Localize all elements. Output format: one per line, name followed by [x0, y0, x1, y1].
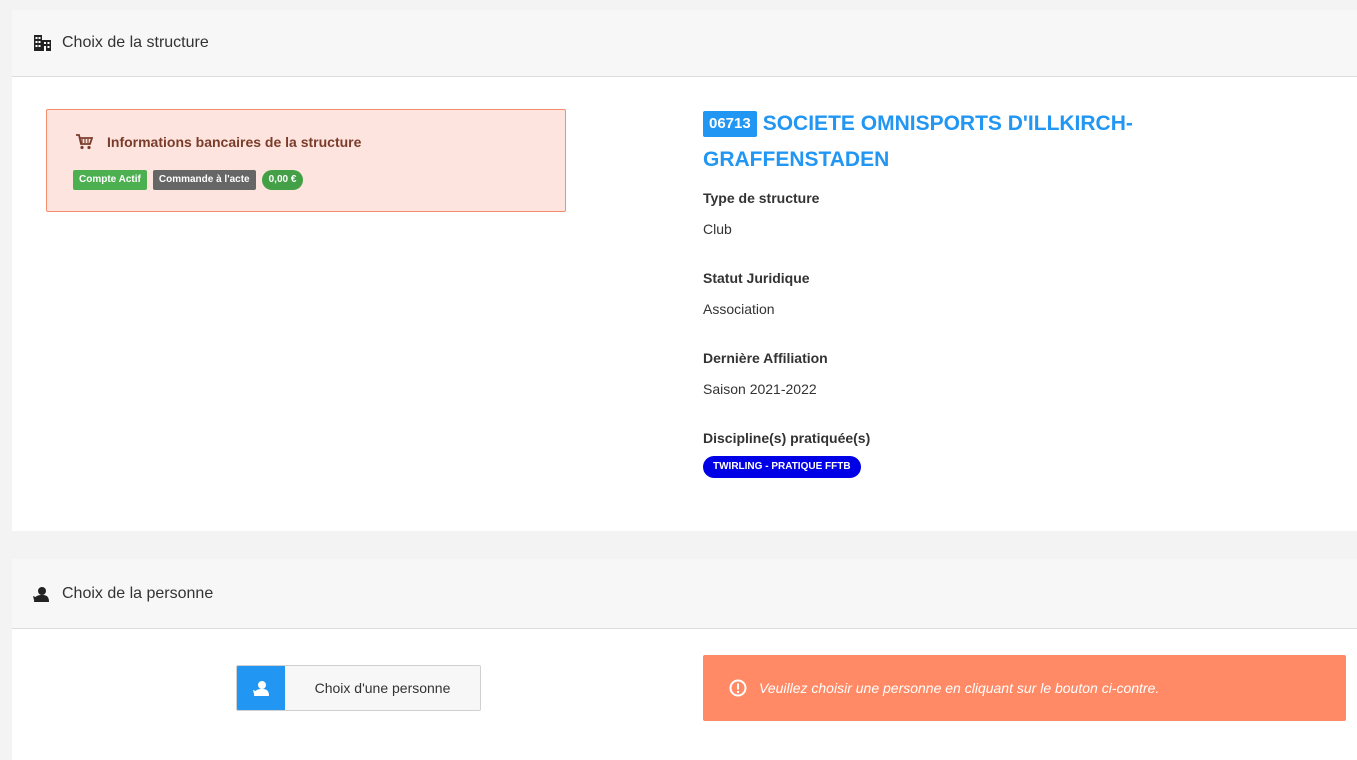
cart-icon — [75, 134, 93, 150]
structure-panel: Choix de la structure Informations banca… — [12, 10, 1357, 531]
structure-details: 06713 SOCIETE OMNISPORTS D'ILLKIRCH-GRAFF… — [703, 106, 1303, 478]
structure-panel-title: Choix de la structure — [62, 34, 209, 51]
user-icon — [237, 666, 285, 710]
structure-name: SOCIETE OMNISPORTS D'ILLKIRCH-GRAFFENSTA… — [703, 112, 1133, 171]
order-mode-badge: Commande à l'acte — [152, 170, 256, 190]
person-panel: Choix de la personne Choix d'une personn… — [12, 559, 1357, 760]
bank-info-heading: Informations bancaires de la structure — [75, 134, 361, 150]
bank-info-title: Informations bancaires de la structure — [107, 134, 362, 150]
affiliation-value: Saison 2021-2022 — [703, 381, 817, 397]
type-label: Type de structure — [703, 190, 820, 206]
structure-panel-header: Choix de la structure — [12, 10, 1357, 77]
discipline-badge: TWIRLING - PRATIQUE FFTB — [703, 456, 861, 478]
legal-status-value: Association — [703, 301, 775, 317]
account-status-badge: Compte Actif — [73, 170, 147, 190]
balance-badge: 0,00 € — [261, 170, 304, 190]
person-panel-title: Choix de la personne — [62, 584, 214, 602]
discipline-label: Discipline(s) pratiquée(s) — [703, 430, 871, 446]
choose-person-label: Choix d'une personne — [314, 680, 451, 696]
affiliation-label: Dernière Affiliation — [703, 350, 828, 366]
person-alert-text: Veuillez choisir une personne en cliquan… — [759, 680, 1160, 696]
bank-info-card: Informations bancaires de la structure C… — [46, 109, 566, 212]
building-icon — [33, 34, 53, 52]
legal-status-label: Statut Juridique — [703, 270, 810, 286]
bank-badges: Compte Actif Commande à l'acte 0,00 € — [73, 170, 304, 190]
type-value: Club — [703, 221, 732, 237]
person-alert: Veuillez choisir une personne en cliquan… — [703, 655, 1346, 721]
choose-person-button[interactable]: Choix d'une personne — [236, 665, 481, 711]
person-panel-header: Choix de la personne — [12, 559, 1357, 629]
alert-circle-icon — [729, 679, 747, 697]
structure-code-badge: 06713 — [703, 111, 757, 138]
structure-heading: 06713 SOCIETE OMNISPORTS D'ILLKIRCH-GRAFF… — [703, 106, 1183, 178]
user-icon — [32, 586, 50, 602]
